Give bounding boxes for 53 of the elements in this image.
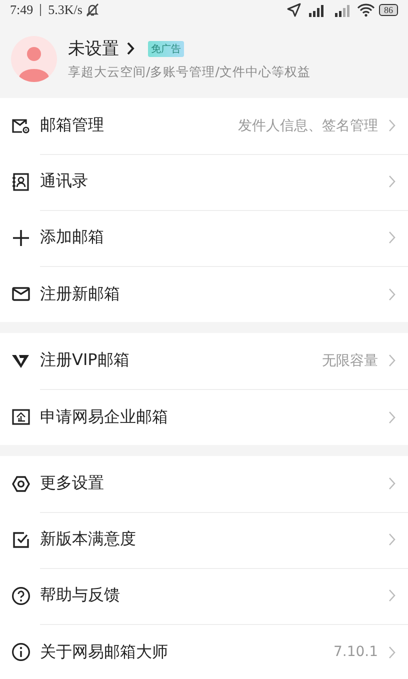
contact-card-icon — [11, 172, 31, 192]
wifi-icon — [357, 3, 375, 17]
chevron-icon — [388, 354, 396, 367]
menu-item[interactable]: 帮助与反馈 — [0, 568, 408, 624]
menu-item-detail: 7.10.1 — [333, 644, 378, 660]
network-speed: 5.3K/s — [48, 2, 82, 18]
mail-icon — [11, 284, 31, 304]
mail-gear-icon — [11, 116, 31, 136]
chevron-icon — [388, 119, 396, 132]
checkbox-icon — [11, 530, 31, 550]
location-arrow-icon — [287, 3, 301, 17]
plus-icon — [11, 228, 31, 248]
chevron-icon — [388, 175, 396, 188]
menu-item[interactable]: 更多设置 — [0, 456, 408, 512]
menu-item[interactable]: 申请网易企业邮箱 — [0, 389, 408, 445]
menu-item-label: 注册新邮箱 — [40, 284, 120, 304]
avatar[interactable] — [11, 36, 57, 82]
menu-item[interactable]: 新版本满意度 — [0, 512, 408, 568]
menu-item[interactable]: 关于网易邮箱大师 7.10.1 — [0, 624, 408, 679]
menu-item-label: 更多设置 — [40, 473, 104, 494]
battery-indicator: 86 — [379, 4, 398, 16]
chevron-icon — [388, 589, 396, 602]
chevron-icon — [388, 231, 396, 244]
profile-subtitle: 享超大云空间/多账号管理/文件中心等权益 — [68, 64, 310, 81]
menu-item[interactable]: 注册VIP邮箱 无限容量 — [0, 333, 408, 389]
menu-item[interactable]: 注册新邮箱 — [0, 266, 408, 322]
chevron-icon — [126, 42, 135, 55]
chevron-icon — [388, 533, 396, 546]
help-icon — [11, 586, 31, 606]
chevron-icon — [388, 410, 396, 424]
menu-item-detail: 发件人信息、签名管理 — [238, 116, 378, 134]
menu-item-label: 邮箱管理 — [40, 115, 104, 136]
info-icon — [11, 642, 31, 662]
menu-item-label: 注册VIP邮箱 — [40, 350, 130, 371]
menu-item-label: 帮助与反馈 — [40, 585, 120, 606]
chevron-icon — [388, 288, 396, 300]
settings-icon — [11, 474, 31, 494]
menu-item-label: 添加邮箱 — [40, 227, 104, 248]
menu-item-label: 申请网易企业邮箱 — [40, 406, 168, 428]
menu-item[interactable]: 添加邮箱 — [0, 210, 408, 266]
profile-name[interactable]: 未设置 — [68, 37, 119, 60]
menu-item-label: 关于网易邮箱大师 — [40, 642, 168, 662]
chevron-icon — [388, 477, 396, 490]
status-time: 7:49 — [10, 2, 34, 18]
ad-free-badge: 免广告 — [148, 40, 184, 56]
menu-item[interactable]: 邮箱管理 发件人信息、签名管理 — [0, 98, 408, 154]
enterprise-icon — [11, 407, 31, 427]
menu-item-detail: 无限容量 — [322, 352, 378, 370]
menu-item[interactable]: 通讯录 — [0, 154, 408, 210]
menu-item-label: 通讯录 — [40, 171, 88, 192]
chevron-icon — [388, 646, 396, 658]
bell-muted-icon — [86, 3, 100, 17]
menu-item-label: 新版本满意度 — [40, 529, 136, 550]
